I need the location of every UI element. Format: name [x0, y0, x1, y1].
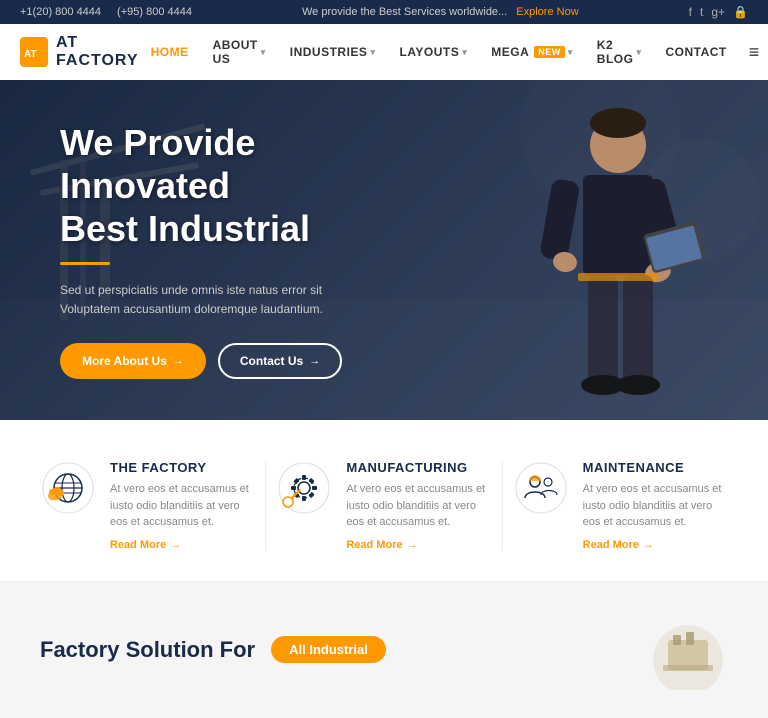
- factory-icon: [40, 460, 96, 516]
- nav-contact[interactable]: CONTACT: [655, 39, 736, 65]
- top-bar-contacts: +1(20) 800 4444 (+95) 800 4444: [20, 6, 192, 18]
- service-maintenance-body: MAINTENANCE At vero eos et accusamus et …: [583, 460, 728, 551]
- arrow-icon: →: [407, 539, 418, 551]
- chevron-down-icon: ▾: [568, 47, 573, 58]
- hero-title: We Provide Innovated Best Industrial: [60, 121, 420, 251]
- hamburger-menu[interactable]: ≡: [749, 42, 760, 63]
- service-maintenance-title: MAINTENANCE: [583, 460, 728, 475]
- facebook-icon[interactable]: f: [689, 5, 692, 19]
- chevron-down-icon: ▾: [261, 47, 266, 58]
- hero-description: Sed ut perspiciatis unde omnis iste natu…: [60, 281, 380, 319]
- service-factory-desc: At vero eos et accusamus et iusto odio b…: [110, 481, 255, 531]
- nav-layouts[interactable]: LAYOUTS ▾: [389, 39, 477, 65]
- gear-icon: [276, 460, 332, 516]
- service-factory-link[interactable]: Read More →: [110, 539, 255, 551]
- chevron-down-icon: ▾: [370, 47, 375, 58]
- service-maintenance-link[interactable]: Read More →: [583, 539, 728, 551]
- hero-content: We Provide Innovated Best Industrial Sed…: [0, 81, 480, 420]
- chevron-down-icon: ▾: [636, 47, 641, 58]
- svg-text:AT: AT: [24, 49, 37, 60]
- teaser-title: Factory Solution For: [40, 637, 255, 663]
- logo-text: AT FACTORY: [56, 34, 141, 70]
- arrow-icon: →: [173, 355, 184, 367]
- nav-industries[interactable]: INDUSTRIES ▾: [280, 39, 386, 65]
- twitter-icon[interactable]: t: [700, 5, 703, 19]
- arrow-icon: →: [170, 539, 181, 551]
- service-manufacturing: MANUFACTURING At vero eos et accusamus e…: [276, 460, 491, 551]
- top-bar-tagline: We provide the Best Services worldwide..…: [302, 6, 579, 18]
- bottom-teaser: Factory Solution For All Industrial: [0, 582, 768, 718]
- phone2: (+95) 800 4444: [117, 6, 192, 18]
- service-divider-1: [265, 460, 266, 551]
- header: AT AT FACTORY HOME ABOUT US ▾ INDUSTRIES…: [0, 24, 768, 80]
- teaser-badge[interactable]: All Industrial: [271, 636, 386, 663]
- service-maintenance-desc: At vero eos et accusamus et iusto odio b…: [583, 481, 728, 531]
- service-factory-title: THE FACTORY: [110, 460, 255, 475]
- service-manufacturing-body: MANUFACTURING At vero eos et accusamus e…: [346, 460, 491, 551]
- contact-us-button[interactable]: Contact Us →: [218, 343, 342, 379]
- service-divider-2: [502, 460, 503, 551]
- logo-icon: AT: [20, 37, 48, 67]
- nav-home[interactable]: HOME: [141, 39, 199, 65]
- services-section: THE FACTORY At vero eos et accusamus et …: [0, 420, 768, 582]
- chevron-down-icon: ▾: [462, 47, 467, 58]
- googleplus-icon[interactable]: g+: [711, 5, 725, 19]
- nav-about[interactable]: ABOUT US ▾: [203, 32, 276, 72]
- service-manufacturing-title: MANUFACTURING: [346, 460, 491, 475]
- service-manufacturing-desc: At vero eos et accusamus et iusto odio b…: [346, 481, 491, 531]
- service-factory-body: THE FACTORY At vero eos et accusamus et …: [110, 460, 255, 551]
- service-maintenance: MAINTENANCE At vero eos et accusamus et …: [513, 460, 728, 551]
- nav-blog[interactable]: K2 BLOG ▾: [587, 32, 652, 72]
- phone1: +1(20) 800 4444: [20, 6, 101, 18]
- service-manufacturing-link[interactable]: Read More →: [346, 539, 491, 551]
- lock-icon[interactable]: 🔒: [733, 5, 748, 19]
- teaser-graphic: [608, 610, 728, 690]
- hero-section: We Provide Innovated Best Industrial Sed…: [0, 80, 768, 420]
- service-factory: THE FACTORY At vero eos et accusamus et …: [40, 460, 255, 551]
- main-nav: HOME ABOUT US ▾ INDUSTRIES ▾ LAYOUTS ▾ M…: [141, 32, 760, 72]
- hero-buttons: More About Us → Contact Us →: [60, 343, 420, 379]
- more-about-us-button[interactable]: More About Us →: [60, 343, 206, 379]
- maintenance-icon: [513, 460, 569, 516]
- arrow-icon: →: [309, 355, 320, 367]
- top-bar: +1(20) 800 4444 (+95) 800 4444 We provid…: [0, 0, 768, 24]
- hero-underline: [60, 262, 110, 265]
- nav-mega[interactable]: MEGA NEW ▾: [481, 39, 583, 65]
- social-links[interactable]: f t g+ 🔒: [689, 5, 748, 19]
- explore-link[interactable]: Explore Now: [516, 6, 578, 18]
- arrow-icon: →: [643, 539, 654, 551]
- logo[interactable]: AT AT FACTORY: [20, 34, 141, 70]
- new-badge: NEW: [534, 46, 565, 58]
